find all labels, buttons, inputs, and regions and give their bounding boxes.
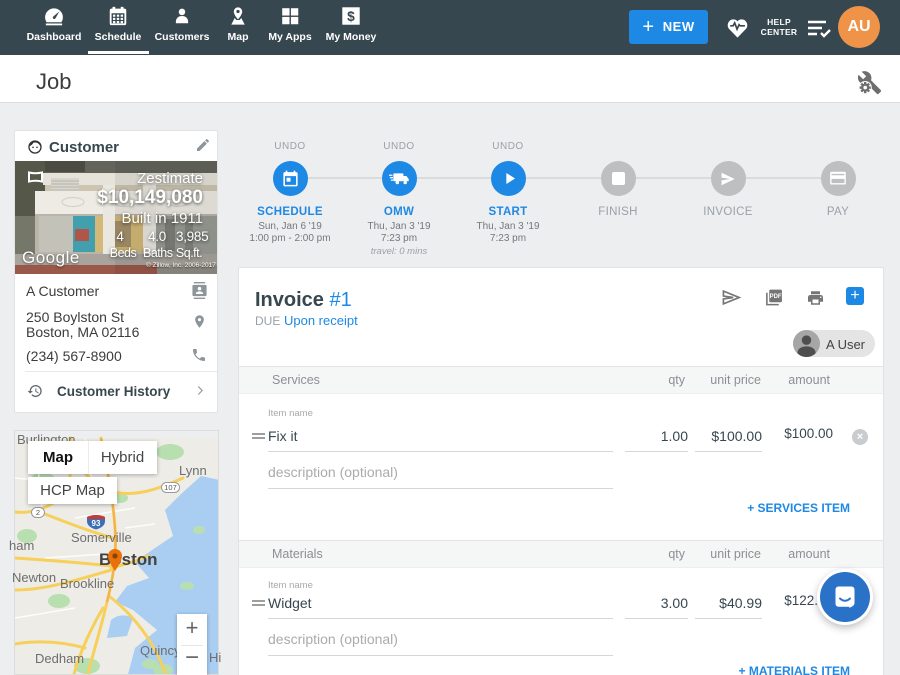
svg-text:93: 93 — [92, 519, 101, 528]
svg-text:$: $ — [347, 9, 355, 24]
svg-text:PDF: PDF — [770, 294, 782, 300]
